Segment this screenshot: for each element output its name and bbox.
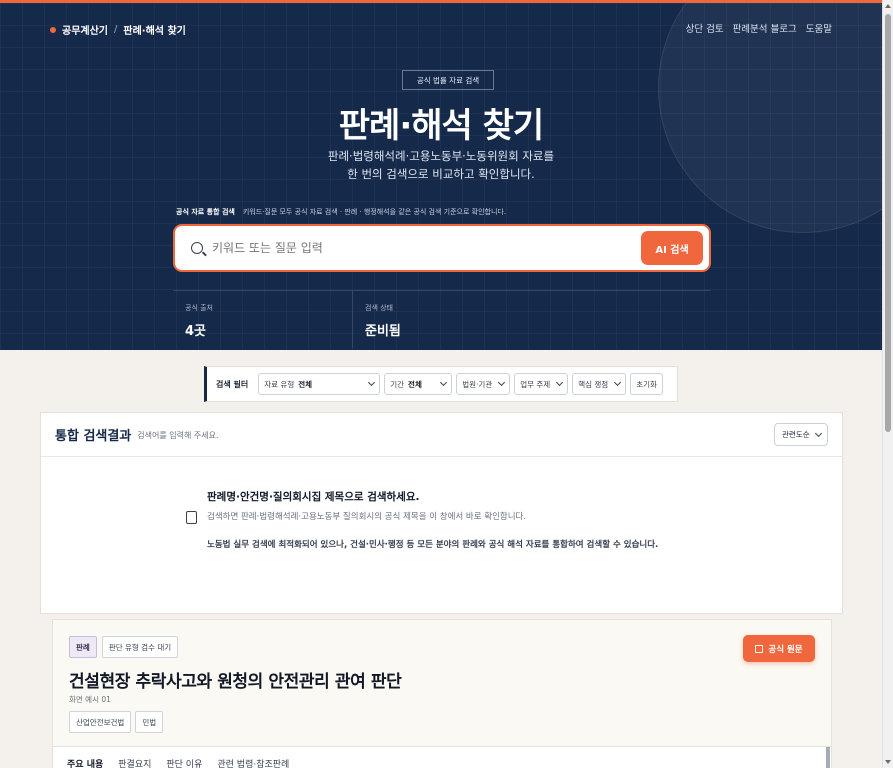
empty-state-note: 노동법 실무 검색에 최적화되어 있으나, 건설·민사·행정 등 모든 분야의 … <box>207 540 659 550</box>
hero-subtitle-line-2: 한 번의 검색으로 비교하고 확인합니다. <box>347 167 535 181</box>
stat-label: 검색 상태 <box>365 304 393 312</box>
search-box: AI 검색 <box>173 224 711 272</box>
related-laws: 산업안전보건법 민법 <box>69 711 164 733</box>
chevron-down-icon <box>368 378 376 387</box>
filter-type-value: 전체 <box>298 379 313 389</box>
nav-link-review[interactable]: 상단 검토 <box>686 21 724 35</box>
empty-state: 판례명·안건명·질의회시집 제목으로 검색하세요. 검색하면 판례·법령해석례·… <box>207 489 658 550</box>
sort-value: 관련도순 <box>782 430 810 439</box>
filter-topic-dropdown[interactable]: 업무 주제 <box>514 373 569 395</box>
page-title: 판례·해석 찾기 <box>338 106 544 146</box>
filter-court-dropdown[interactable]: 법원·기관 <box>456 373 511 395</box>
chevron-down-icon <box>556 378 564 387</box>
law-tag: 민법 <box>135 711 164 733</box>
filter-issue-dropdown[interactable]: 핵심 쟁점 <box>572 373 627 395</box>
stat-value: 준비됨 <box>365 324 401 339</box>
tab-holding[interactable]: 판결요지 <box>118 757 151 768</box>
nav-link-help[interactable]: 도움말 <box>806 21 832 35</box>
stat-status: 검색 상태 준비됨 <box>352 291 531 348</box>
scrollbar-thumb[interactable] <box>885 14 891 432</box>
breadcrumb-home[interactable]: 공무계산기 <box>62 22 108 37</box>
external-link-icon <box>755 644 764 653</box>
results-header: 통합 검색결과 검색어를 입력해 주세요. 관련도순 <box>41 413 842 457</box>
card-tags: 판례 판단 유형 검수 대기 <box>69 636 179 658</box>
filter-type-select[interactable]: 자료 유형 전체 <box>258 373 381 395</box>
empty-state-title: 판례명·안건명·질의회시집 제목으로 검색하세요. <box>207 491 420 503</box>
card-title: 건설현장 추락사고와 원청의 안전관리 관여 판단 <box>69 672 402 692</box>
stat-label: 공식 출처 <box>185 304 213 312</box>
search-icon <box>191 242 203 254</box>
search-note-label: 공식 자료 통합 검색 <box>176 208 235 216</box>
sort-select[interactable]: 관련도순 <box>774 423 828 446</box>
tag-status: 판단 유형 검수 대기 <box>101 636 179 658</box>
tab-summary[interactable]: 주요 내용 <box>67 757 103 768</box>
stat-sources: 공식 출처 4곳 <box>173 291 352 348</box>
breadcrumb-current: 판례·해석 찾기 <box>123 26 186 37</box>
stats-row: 공식 출처 4곳 검색 상태 준비됨 <box>173 290 711 348</box>
hero-section: 공무계산기 / 판례·해석 찾기 상단 검토 판례분석 블로그 도움말 공식 법… <box>0 3 882 350</box>
original-source-button[interactable]: 공식 원문 <box>743 635 815 662</box>
tag-kind: 판례 <box>69 636 97 658</box>
hero-subtitle-line-1: 판례·법령해석례·고용노동부·노동위원회 자료를 <box>327 149 555 163</box>
tab-related-laws[interactable]: 관련 법령·참조판례 <box>217 757 289 768</box>
chevron-down-icon <box>814 429 822 437</box>
card-tabs: 주요 내용 판결요지 판단 이유 관련 법령·참조판례 <box>53 746 831 768</box>
original-source-label: 공식 원문 <box>768 644 803 655</box>
results-title: 통합 검색결과 <box>55 429 132 444</box>
law-tag: 산업안전보건법 <box>69 711 132 733</box>
nav-link-blog[interactable]: 판례분석 블로그 <box>733 21 797 35</box>
filter-period-select[interactable]: 기간 전체 <box>384 373 453 395</box>
hero-subtitle: 판례·법령해석례·고용노동부·노동위원회 자료를 한 번의 검색으로 비교하고 … <box>0 147 882 183</box>
card-subtitle: 화면 예시 01 <box>69 695 111 704</box>
chevron-down-icon <box>498 378 506 387</box>
tab-reasoning[interactable]: 판단 이유 <box>166 757 202 768</box>
chevron-down-icon <box>614 378 622 387</box>
hero-badge: 공식 법률 자료 검색 <box>402 70 494 90</box>
filter-issue-label: 핵심 쟁점 <box>578 379 609 389</box>
scroll-up-icon[interactable] <box>885 4 891 8</box>
ai-search-button[interactable]: AI 검색 <box>641 231 703 265</box>
example-case-card: 판례 판단 유형 검수 대기 공식 원문 건설현장 추락사고와 원청의 안전관리… <box>52 619 832 768</box>
document-search-icon <box>186 511 197 524</box>
filter-topic-label: 업무 주제 <box>520 379 551 389</box>
breadcrumb: 공무계산기 / 판례·해석 찾기 <box>50 22 186 37</box>
card-scrollbar[interactable] <box>826 747 830 768</box>
filter-reset-button[interactable]: 초기화 <box>630 373 663 395</box>
brand-dot-icon <box>50 26 56 33</box>
filter-label: 검색 필터 <box>216 379 249 389</box>
filter-period-label: 기간 <box>390 379 405 389</box>
filter-type-label: 자료 유형 <box>264 379 295 389</box>
filter-bar: 검색 필터 자료 유형 전체 기간 전체 법원·기관 업무 주제 핵심 쟁점 초… <box>204 366 678 402</box>
results-hint: 검색어를 입력해 주세요. <box>137 431 219 440</box>
chevron-down-icon <box>440 378 448 387</box>
scroll-down-icon[interactable] <box>885 760 891 764</box>
empty-state-description: 검색하면 판례·법령해석례·고용노동부 질의회시의 공식 제목을 이 창에서 바… <box>207 512 527 522</box>
search-note: 공식 자료 통합 검색 키워드·질문 모두 공식 자료 검색 · 판례 · 행정… <box>176 207 506 217</box>
page-scrollbar[interactable] <box>882 0 893 768</box>
results-panel: 통합 검색결과 검색어를 입력해 주세요. 관련도순 판례명·안건명·질의회시집… <box>40 412 843 614</box>
stat-value: 4곳 <box>185 324 207 339</box>
top-navigation: 상단 검토 판례분석 블로그 도움말 <box>686 21 832 35</box>
breadcrumb-separator: / <box>114 24 118 35</box>
search-note-text: 키워드·질문 모두 공식 자료 검색 · 판례 · 행정해석을 같은 공식 검색… <box>242 208 507 216</box>
filter-court-label: 법원·기관 <box>462 379 493 389</box>
filter-period-value: 전체 <box>408 379 422 389</box>
search-input[interactable] <box>212 241 709 255</box>
